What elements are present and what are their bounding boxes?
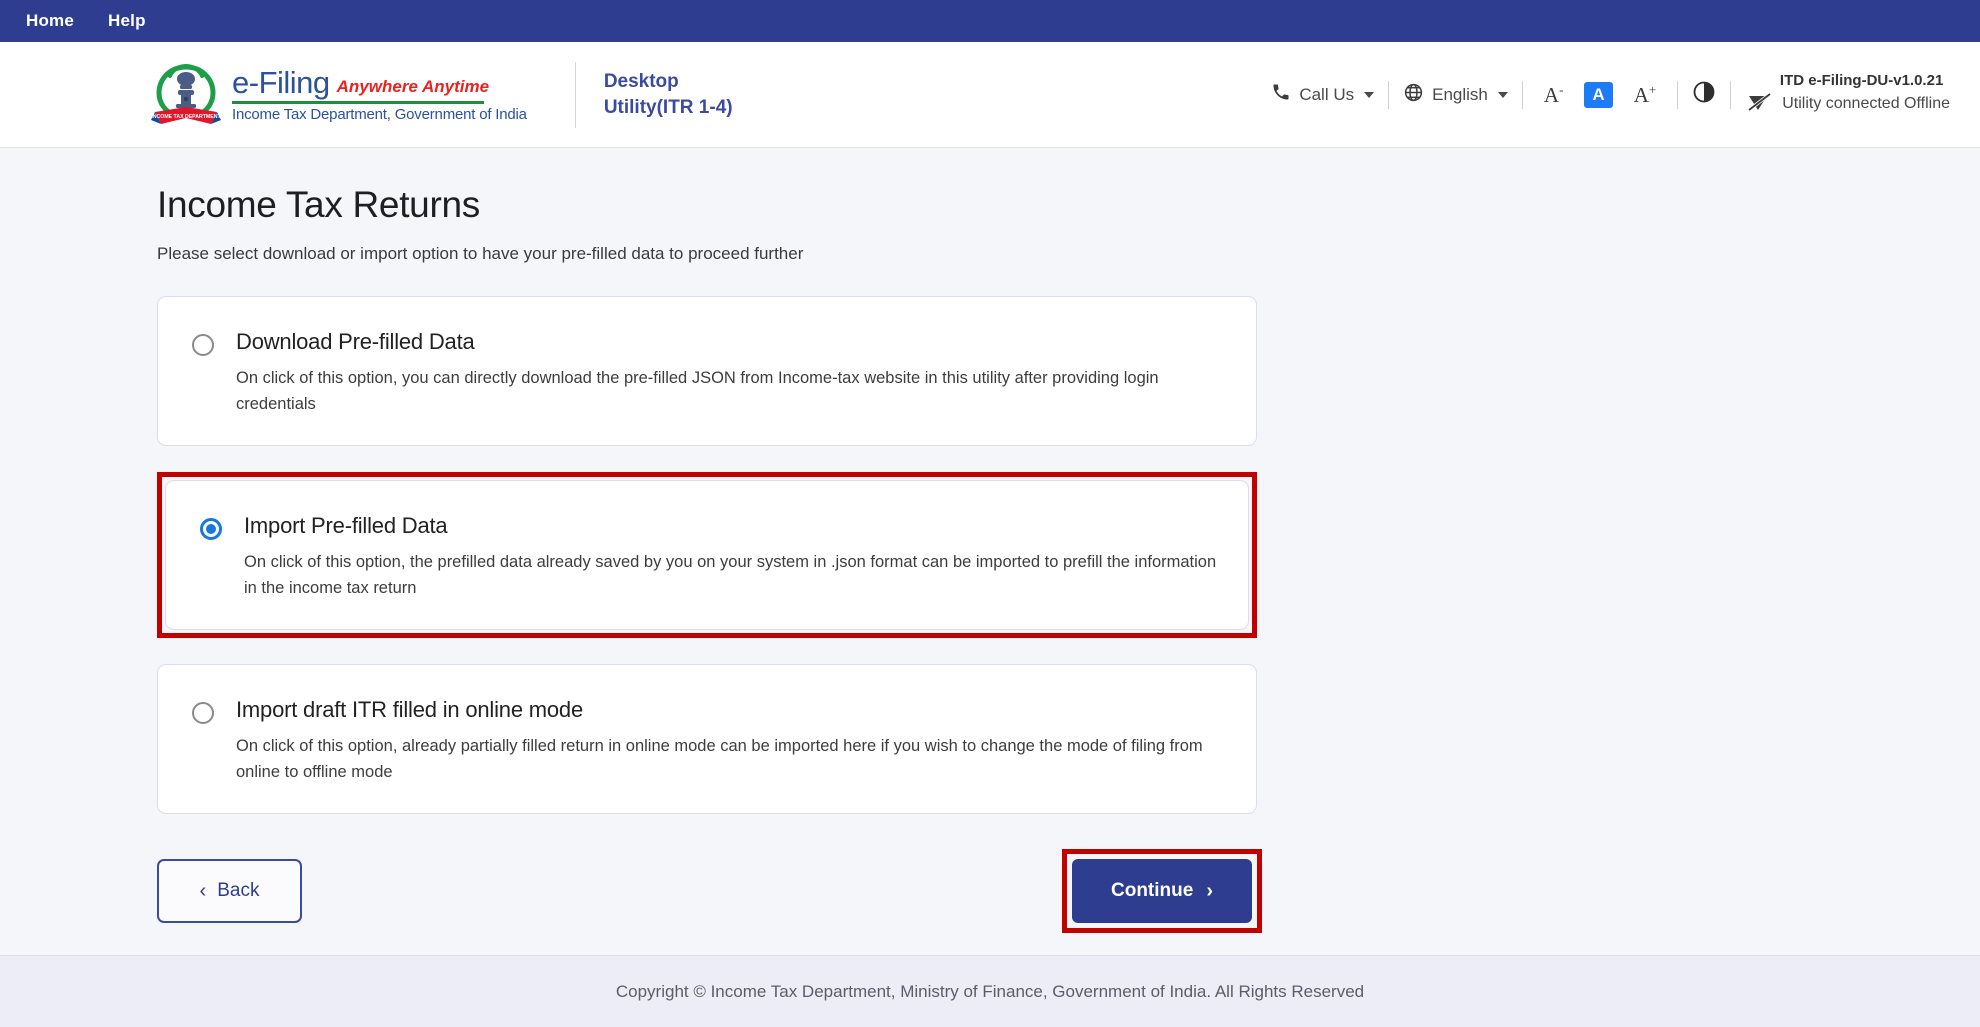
chevron-down-icon: [1498, 92, 1508, 98]
brand-text: e-Filing Anywhere Anytime Income Tax Dep…: [232, 67, 527, 122]
option-card-download-prefilled[interactable]: Download Pre-filled Data On click of thi…: [157, 296, 1257, 446]
option-title: Download Pre-filled Data: [236, 329, 1226, 355]
app-name-label: Desktop Utility(ITR 1-4): [604, 69, 733, 120]
brand-department: Income Tax Department, Government of Ind…: [232, 107, 527, 122]
chevron-left-icon: ‹: [200, 881, 207, 901]
page-subtitle: Please select download or import option …: [157, 244, 1257, 264]
app-name-line2: Utility(ITR 1-4): [604, 95, 733, 121]
signal-offline-icon: [1747, 91, 1773, 118]
contrast-toggle-button[interactable]: [1678, 80, 1730, 109]
font-decrease-icon[interactable]: A-: [1535, 80, 1573, 110]
radio-import-draft-itr[interactable]: [192, 702, 214, 724]
font-size-controls: A- A A+: [1523, 80, 1677, 110]
chevron-down-icon: [1364, 92, 1374, 98]
version-status-block: ITD e-Filing-DU-v1.0.21 Utility connecte…: [1731, 72, 1950, 118]
header-controls: Call Us English: [1257, 72, 1950, 118]
radio-download-prefilled[interactable]: [192, 334, 214, 356]
globe-icon: [1403, 82, 1424, 108]
option-title: Import Pre-filled Data: [244, 513, 1220, 539]
action-button-row: ‹ Back Continue ›: [157, 848, 1257, 934]
contrast-toggle-icon: [1692, 80, 1716, 109]
font-normal-icon[interactable]: A: [1584, 82, 1612, 108]
brand-divider-rule: [232, 101, 484, 104]
font-increase-icon[interactable]: A+: [1625, 80, 1666, 110]
page-footer: Copyright © Income Tax Department, Minis…: [0, 955, 1980, 1027]
back-button-label: Back: [217, 880, 259, 902]
site-header: INCOME TAX DEPARTMENT e-Filing Anywhere …: [0, 42, 1980, 148]
option-description: On click of this option, already partial…: [236, 734, 1226, 785]
svg-text:INCOME TAX DEPARTMENT: INCOME TAX DEPARTMENT: [151, 114, 221, 120]
back-button[interactable]: ‹ Back: [157, 859, 302, 923]
nav-home[interactable]: Home: [26, 11, 74, 31]
brand-title: e-Filing: [232, 67, 330, 98]
nav-help[interactable]: Help: [108, 11, 146, 31]
call-us-dropdown[interactable]: Call Us: [1257, 82, 1388, 107]
app-window: Home Help: [0, 0, 1980, 1027]
language-label: English: [1432, 85, 1488, 105]
radio-import-prefilled[interactable]: [200, 518, 222, 540]
call-us-label: Call Us: [1299, 85, 1354, 105]
main-content: Income Tax Returns Please select downloa…: [0, 148, 1980, 955]
page-title: Income Tax Returns: [157, 184, 1257, 226]
continue-button[interactable]: Continue ›: [1072, 859, 1252, 923]
option-card-import-prefilled[interactable]: Import Pre-filled Data On click of this …: [165, 480, 1249, 630]
copyright-label: Copyright © Income Tax Department, Minis…: [616, 982, 1364, 1002]
annotation-highlight-continue: Continue ›: [1062, 849, 1262, 933]
continue-button-label: Continue: [1111, 880, 1193, 902]
language-dropdown[interactable]: English: [1389, 82, 1522, 108]
app-name-line1: Desktop: [604, 69, 733, 95]
chevron-right-icon: ›: [1206, 881, 1213, 901]
option-list: Download Pre-filled Data On click of thi…: [157, 296, 1257, 814]
annotation-highlight-import-prefilled: Import Pre-filled Data On click of this …: [157, 472, 1257, 638]
option-title: Import draft ITR filled in online mode: [236, 697, 1226, 723]
header-divider: [575, 62, 576, 128]
version-label: ITD e-Filing-DU-v1.0.21: [1754, 72, 1943, 89]
phone-icon: [1271, 82, 1291, 107]
option-card-import-draft-itr[interactable]: Import draft ITR filled in online mode O…: [157, 664, 1257, 814]
option-description: On click of this option, the prefilled d…: [244, 550, 1220, 601]
top-navigation-bar: Home Help: [0, 0, 1980, 42]
brand-logo[interactable]: INCOME TAX DEPARTMENT e-Filing Anywhere …: [150, 62, 527, 128]
india-national-emblem-icon: INCOME TAX DEPARTMENT: [150, 62, 222, 128]
brand-tagline: Anywhere Anytime: [337, 78, 489, 98]
connection-status-label: Utility connected Offline: [1782, 95, 1950, 113]
option-description: On click of this option, you can directl…: [236, 366, 1226, 417]
